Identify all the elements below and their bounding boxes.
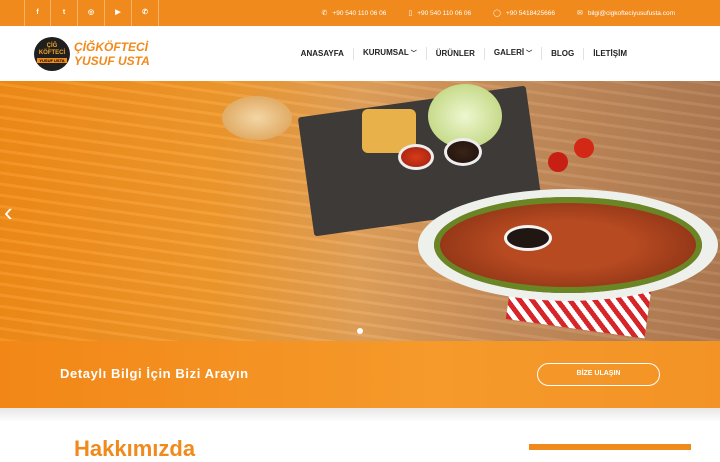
sumac-bowl-image — [444, 138, 482, 166]
whatsapp-contact[interactable]: ◯ +90 5418425666 — [493, 9, 555, 18]
whatsapp-icon: ◯ — [493, 10, 501, 17]
facebook-icon[interactable]: f — [24, 0, 51, 26]
main-nav: ANASAYFA KURUMSAL ﹀ ÜRÜNLER GALERİ ﹀ BLOG … — [292, 26, 636, 81]
section-shadow — [0, 408, 720, 422]
tomato-image — [574, 138, 594, 158]
phone-icon: ✆ — [321, 10, 328, 17]
nav-label: ÜRÜNLER — [435, 48, 475, 58]
whatsapp-icon[interactable]: ✆ — [132, 0, 159, 26]
contact-us-button[interactable]: BİZE ULAŞIN — [537, 363, 660, 386]
contact-info: ✆ +90 540 110 06 06 ▯ +90 540 110 06 06 … — [300, 0, 675, 26]
greens-garnish-image — [434, 197, 702, 293]
logo-badge-line3: YUSUF USTA — [37, 58, 67, 63]
about-heading: Hakkımızda — [74, 436, 196, 461]
mobile-icon: ▯ — [408, 10, 413, 17]
pomegranate-sauce-image — [504, 225, 552, 251]
slider-dot[interactable] — [357, 328, 363, 334]
phone-contact-2[interactable]: ▯ +90 540 110 06 06 — [408, 9, 472, 18]
tumblr-icon[interactable]: t — [51, 0, 78, 26]
nav-item-urunler[interactable]: ÜRÜNLER — [427, 47, 485, 60]
mail-icon: ✉ — [576, 10, 583, 17]
nav-label: BLOG — [551, 48, 575, 58]
chevron-down-icon: ﹀ — [526, 51, 533, 57]
tomato-image — [548, 152, 568, 172]
nav-item-galeri[interactable]: GALERİ ﹀ — [485, 47, 543, 60]
whatsapp-text: +90 5418425666 — [505, 9, 555, 17]
phone-1-text: +90 540 110 06 06 — [332, 9, 387, 17]
nav-item-iletisim[interactable]: İLETİŞİM — [584, 48, 636, 60]
sidebar-box — [529, 444, 691, 450]
nav-item-kurumsal[interactable]: KURUMSAL ﹀ — [354, 47, 427, 60]
logo-text-line2: YUSUF USTA — [74, 54, 150, 68]
logo-badge-line2: KÖFTECİ — [38, 50, 66, 56]
nav-label: KURUMSAL — [362, 48, 409, 57]
logo-badge-line1: ÇİĞ — [46, 43, 58, 49]
slider-prev-arrow-icon[interactable]: ‹ — [4, 199, 13, 225]
nav-label: GALERİ — [493, 48, 525, 57]
email-text: bilgi@cigkofteciyusufusta.com — [587, 9, 675, 17]
cta-text: Detaylı Bilgi İçin Bizi Arayın — [60, 366, 249, 381]
nav-item-blog[interactable]: BLOG — [542, 47, 585, 60]
instagram-icon[interactable]: ◎ — [78, 0, 105, 26]
nav-label: İLETİŞİM — [593, 48, 627, 58]
social-links: f t ◎ ▶ ✆ — [24, 0, 159, 26]
youtube-icon[interactable]: ▶ — [105, 0, 132, 26]
email-contact[interactable]: ✉ bilgi@cigkofteciyusufusta.com — [576, 9, 675, 18]
logo-text[interactable]: ÇİĞKÖFTECİ YUSUF USTA — [74, 40, 150, 68]
logo-text-line1: ÇİĞKÖFTECİ — [74, 40, 148, 54]
phone-2-text: +90 540 110 06 06 — [417, 9, 472, 17]
spice-bowl-image — [222, 96, 292, 140]
logo-badge[interactable]: ÇİĞ KÖFTECİ YUSUF USTA — [34, 37, 70, 71]
chevron-down-icon: ﹀ — [410, 51, 417, 57]
nav-item-anasayfa[interactable]: ANASAYFA — [292, 47, 354, 60]
pepper-flakes-bowl-image — [398, 144, 434, 170]
top-bar: f t ◎ ▶ ✆ ✆ +90 540 110 06 06 ▯ +90 540 … — [0, 0, 720, 26]
hero-slider: ‹ — [0, 81, 720, 341]
nav-label: ANASAYFA — [300, 48, 344, 58]
phone-contact-1[interactable]: ✆ +90 540 110 06 06 — [321, 9, 387, 18]
